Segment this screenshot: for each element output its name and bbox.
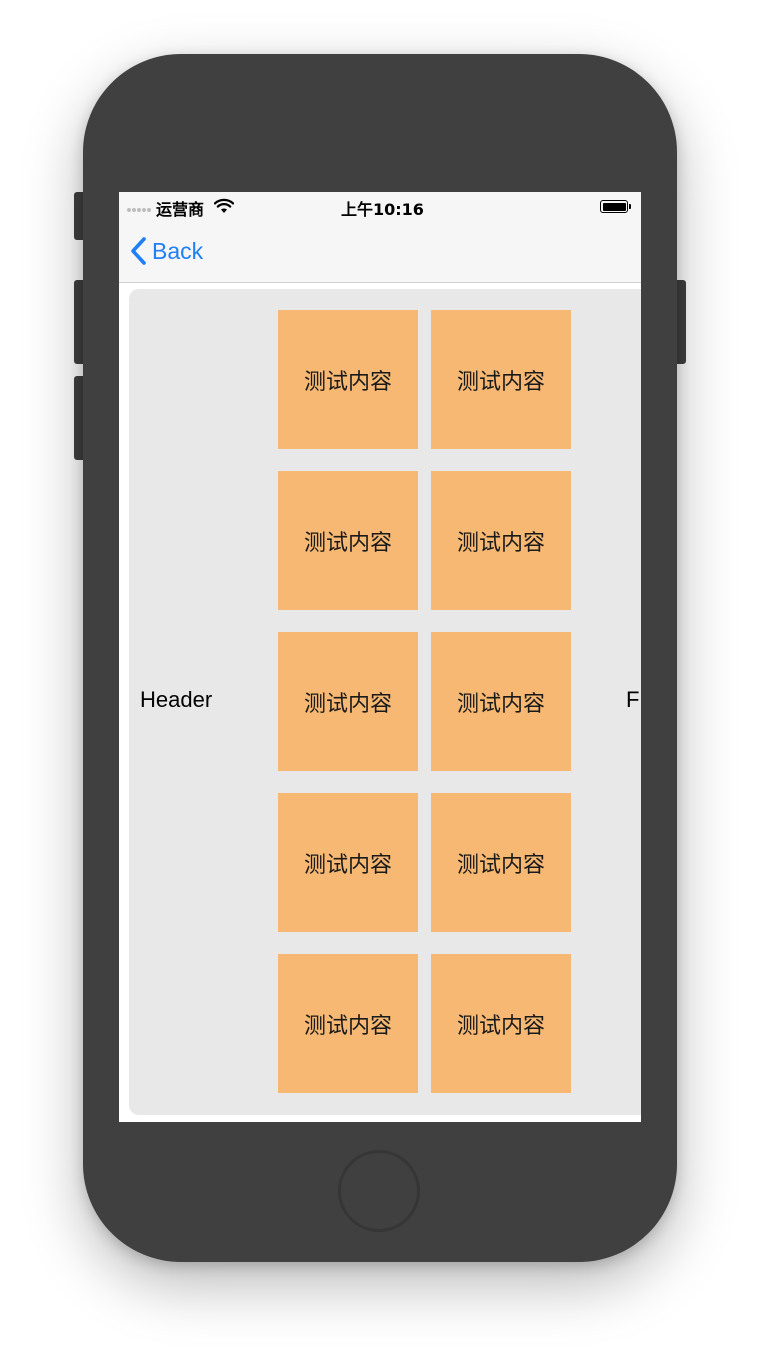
signal-dots-icon xyxy=(127,208,151,212)
home-button[interactable] xyxy=(338,1150,420,1232)
grid-item[interactable]: 测试内容 xyxy=(278,954,418,1093)
status-bar: 运营商 上午10:16 xyxy=(119,192,641,220)
simulator-stage: 运营商 上午10:16 Back Header 测试内容 测试内容 测试内容 测… xyxy=(0,0,760,1348)
grid-item[interactable]: 测试内容 xyxy=(278,793,418,932)
device-screen: 运营商 上午10:16 Back Header 测试内容 测试内容 测试内容 测… xyxy=(119,192,641,1122)
status-time: 上午10:16 xyxy=(341,200,424,219)
grid-item[interactable]: 测试内容 xyxy=(431,471,571,610)
carrier-name: 运营商 xyxy=(156,200,205,219)
item-grid: 测试内容 测试内容 测试内容 测试内容 测试内容 测试内容 测试内容 测试内容 … xyxy=(278,310,571,1093)
battery-tip xyxy=(629,204,631,209)
section-header: Header xyxy=(140,687,213,712)
grid-item[interactable]: 测试内容 xyxy=(278,471,418,610)
grid-item[interactable]: 测试内容 xyxy=(431,310,571,449)
chevron-left-icon xyxy=(131,237,146,265)
grid-item[interactable]: 测试内容 xyxy=(431,632,571,771)
battery-icon xyxy=(600,200,628,213)
back-button[interactable]: Back xyxy=(129,236,203,266)
grid-item[interactable]: 测试内容 xyxy=(431,954,571,1093)
navigation-bar: Back xyxy=(119,220,641,283)
collection-section: Header 测试内容 测试内容 测试内容 测试内容 测试内容 测试内容 测试内… xyxy=(129,289,641,1115)
grid-item[interactable]: 测试内容 xyxy=(431,793,571,932)
back-label: Back xyxy=(152,237,204,264)
collection-view[interactable]: Header 测试内容 测试内容 测试内容 测试内容 测试内容 测试内容 测试内… xyxy=(119,283,641,1122)
grid-item[interactable]: 测试内容 xyxy=(278,310,418,449)
section-footer: F xyxy=(626,687,640,712)
grid-item[interactable]: 测试内容 xyxy=(278,632,418,771)
wifi-icon xyxy=(214,198,234,213)
